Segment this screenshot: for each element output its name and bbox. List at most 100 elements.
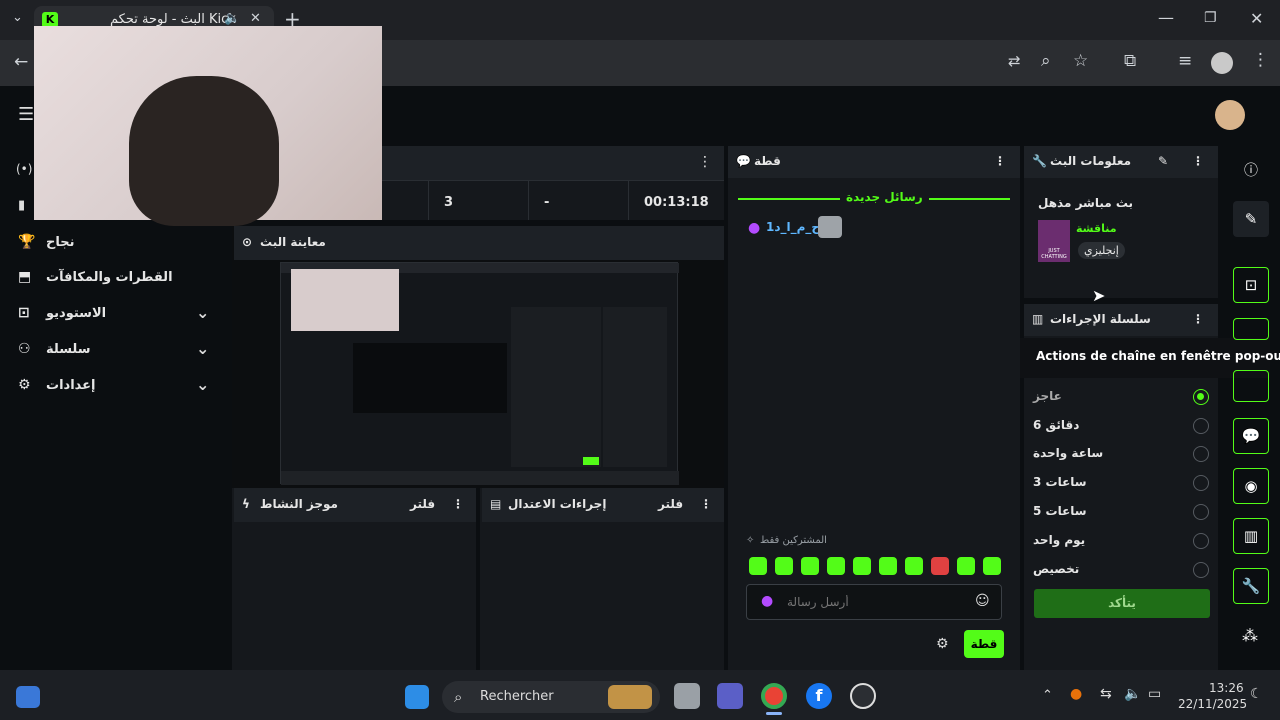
widgets-icon[interactable] — [16, 686, 40, 708]
tools-toggle-button[interactable]: 🔧 — [1233, 568, 1269, 604]
option-radio[interactable] — [1193, 533, 1209, 549]
chat-send-button[interactable]: قطة — [964, 630, 1004, 658]
extensions-icon[interactable]: ⧉ — [1124, 51, 1136, 71]
speaker-icon[interactable]: 🔈 — [224, 11, 240, 26]
facebook-icon[interactable]: f — [806, 683, 832, 709]
chat-input-field[interactable] — [787, 591, 967, 613]
translate-icon[interactable]: ⇄ — [1008, 52, 1021, 70]
emoji-icon[interactable]: ☺ — [975, 593, 990, 609]
bookmark-star-icon[interactable]: ☆ — [1073, 51, 1088, 71]
chrome-icon[interactable] — [761, 683, 787, 709]
chat-menu-icon[interactable]: ⋮ — [994, 154, 1006, 168]
option-radio[interactable] — [1193, 446, 1209, 462]
moderation-menu-icon[interactable]: ⋮ — [700, 497, 712, 511]
notifications-icon[interactable]: ☾ — [1250, 686, 1263, 702]
info-icon[interactable]: ⓘ — [1244, 160, 1258, 180]
activity-filter[interactable]: فلتر — [410, 497, 435, 511]
chevron-down-icon[interactable]: ⌄ — [196, 339, 209, 358]
chain-icon: ▥ — [1032, 312, 1044, 326]
emote-10[interactable] — [983, 557, 1001, 575]
windows-start-icon[interactable] — [405, 685, 429, 709]
maximize-button[interactable]: ❐ — [1204, 10, 1217, 26]
network-icon[interactable]: ⇆ — [1100, 686, 1112, 702]
emote-5[interactable] — [853, 557, 871, 575]
preview-toggle-button[interactable]: ⊡ — [1233, 267, 1269, 303]
rail-button[interactable] — [1233, 370, 1269, 402]
live-toggle-button[interactable]: ◉ — [1233, 468, 1269, 504]
emote-7[interactable] — [905, 557, 923, 575]
chat-input[interactable]: ● ☺ — [746, 584, 1002, 620]
chain-icon: ⚇ — [18, 341, 31, 357]
stream-preview-video[interactable] — [280, 262, 679, 485]
hamburger-icon[interactable]: ☰ — [18, 104, 34, 125]
emote-3[interactable] — [801, 557, 819, 575]
studio-icon: ⊡ — [18, 305, 30, 321]
chat-toggle-button[interactable]: 💬 — [1233, 418, 1269, 454]
teams-icon[interactable] — [717, 683, 743, 709]
edit-panel-button[interactable]: ✎ — [1233, 201, 1269, 237]
taskbar-date[interactable]: 22/11/2025 — [1178, 697, 1247, 711]
option-radio[interactable] — [1193, 475, 1209, 491]
emote-1[interactable] — [749, 557, 767, 575]
live-icon[interactable]: (•) — [16, 162, 32, 176]
tab-close-icon[interactable]: ✕ — [250, 11, 261, 26]
sidebar-item-success[interactable]: 🏆 نجاح — [18, 232, 218, 256]
new-messages-label[interactable]: رسائل جديدة — [840, 190, 929, 204]
more-icon[interactable]: ⁂ — [1242, 626, 1258, 645]
sidebar-item-studio[interactable]: ⊡ الاستوديو ⌄ — [18, 303, 218, 327]
sidebar-item-chain[interactable]: ⚇ سلسلة ⌄ — [18, 339, 218, 363]
option-label[interactable]: 6 دقائق — [1033, 418, 1079, 432]
option-label[interactable]: 3 ساعات — [1033, 475, 1087, 489]
media-icon[interactable]: ≡ — [1178, 51, 1192, 71]
avatar[interactable] — [1215, 100, 1245, 130]
emote-6[interactable] — [879, 557, 897, 575]
moderation-filter[interactable]: فلتر — [658, 497, 683, 511]
volume-icon[interactable]: 🔈 — [1124, 686, 1141, 702]
back-icon[interactable]: ← — [14, 52, 28, 72]
emote-9[interactable] — [957, 557, 975, 575]
chain-toggle-button[interactable]: ▥ — [1233, 518, 1269, 554]
stats-menu-icon[interactable]: ⋮ — [698, 154, 712, 170]
option-radio[interactable] — [1193, 504, 1209, 520]
edit-icon[interactable]: ✎ — [1158, 154, 1168, 168]
option-label[interactable]: 5 ساعات — [1033, 504, 1087, 518]
taskbar-search[interactable]: ⌕ Rechercher — [442, 681, 660, 713]
category-thumbnail[interactable]: JUST CHATTING — [1038, 220, 1070, 262]
mic-icon[interactable]: ● — [761, 593, 773, 609]
option-label[interactable]: يوم واحد — [1033, 533, 1085, 547]
option-radio[interactable] — [1193, 418, 1209, 434]
taskbar-time[interactable]: 13:26 — [1209, 681, 1244, 695]
task-view-icon[interactable] — [674, 683, 700, 709]
sidebar-item-drops[interactable]: ⬒ القطرات والمكافآت — [18, 267, 218, 291]
rail-button[interactable] — [1233, 318, 1269, 340]
chart-icon[interactable]: ▮ — [18, 198, 25, 213]
tray-chevron-icon[interactable]: ⌃ — [1042, 688, 1053, 703]
obs-icon[interactable] — [850, 683, 876, 709]
close-window-button[interactable]: ✕ — [1250, 9, 1263, 28]
option-label[interactable]: عاجز — [1033, 389, 1062, 403]
emote-4[interactable] — [827, 557, 845, 575]
option-label[interactable]: ساعة واحدة — [1033, 446, 1103, 460]
chevron-down-icon[interactable]: ⌄ — [196, 303, 209, 322]
sidebar-item-settings[interactable]: ⚙ إعدادات ⌄ — [18, 375, 218, 399]
profile-avatar[interactable] — [1211, 52, 1233, 74]
tab-search-icon[interactable]: ⌄ — [12, 10, 23, 25]
menu-dots-icon[interactable]: ⋮ — [1252, 50, 1269, 70]
zoom-icon[interactable]: ⌕ — [1041, 51, 1051, 71]
mic-tray-icon[interactable]: ● — [1070, 686, 1082, 702]
emote-8[interactable] — [931, 557, 949, 575]
minimize-button[interactable]: — — [1158, 8, 1174, 27]
stream-category[interactable]: مناقشة — [1076, 222, 1117, 235]
activity-menu-icon[interactable]: ⋮ — [452, 497, 464, 511]
option-radio[interactable] — [1193, 562, 1209, 578]
chevron-down-icon[interactable]: ⌄ — [196, 375, 209, 394]
chat-settings-icon[interactable]: ⚙ — [936, 636, 949, 652]
emote-2[interactable] — [775, 557, 793, 575]
chain-actions-menu-icon[interactable]: ⋮ — [1192, 312, 1204, 326]
subscribers-only-label: المشتركين فقط — [760, 535, 827, 546]
stream-info-menu-icon[interactable]: ⋮ — [1192, 154, 1204, 168]
option-label[interactable]: تخصيص — [1033, 562, 1079, 576]
option-radio-selected[interactable] — [1193, 389, 1209, 405]
battery-icon[interactable]: ▭ — [1148, 686, 1161, 702]
confirm-button[interactable]: يتأكد — [1034, 589, 1210, 618]
